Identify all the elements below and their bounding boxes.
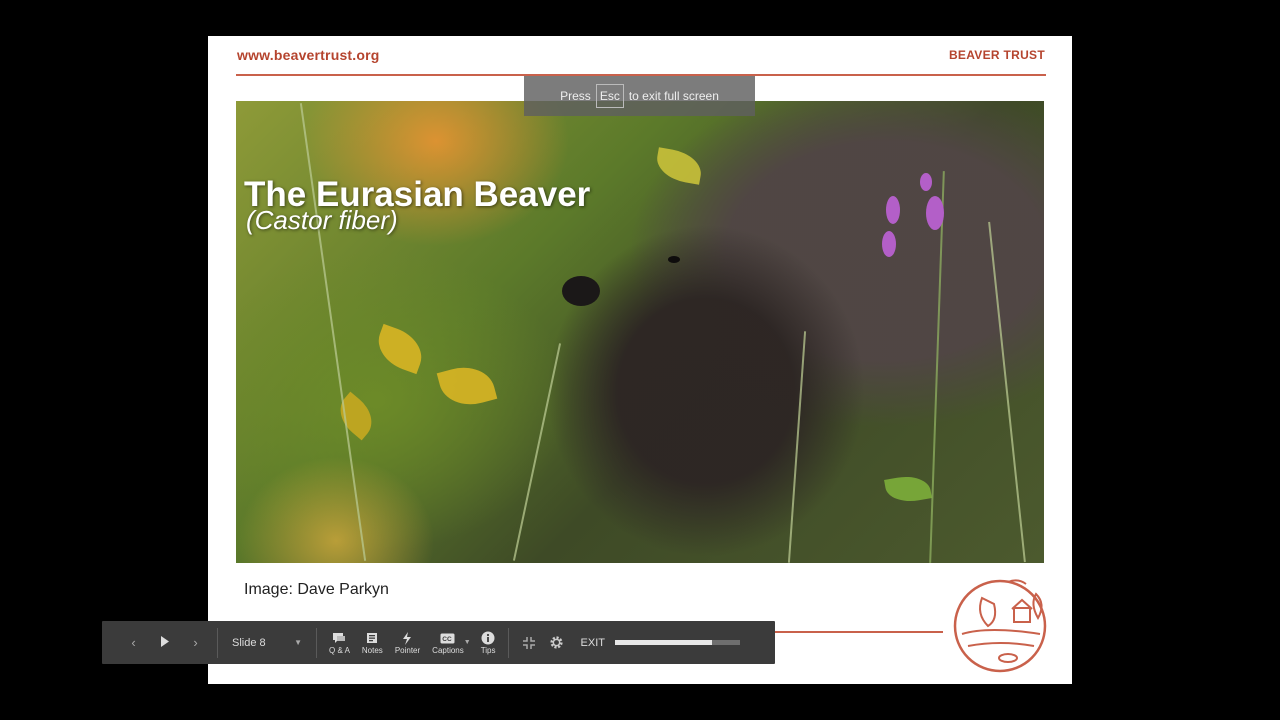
footer-divider: [773, 631, 943, 633]
notice-press-text: Press: [560, 89, 591, 103]
grass-blade: [299, 103, 367, 561]
slide-selector[interactable]: Slide 8 ▼: [224, 637, 310, 649]
foxglove-flower: [882, 231, 896, 257]
gear-icon[interactable]: [543, 635, 571, 650]
captions-icon: CC: [440, 630, 455, 646]
notes-label: Notes: [361, 646, 383, 655]
slide-subtitle: (Castor fiber): [246, 205, 398, 235]
grass-blade: [929, 171, 945, 563]
beaver-nose: [562, 276, 600, 306]
beaver-photo: The Eurasian Beaver (Castor fiber): [236, 101, 1044, 563]
leaf-shape: [436, 359, 498, 413]
notice-exit-text: to exit full screen: [628, 89, 719, 103]
foxglove-flower: [886, 196, 900, 224]
toolbar-divider: [507, 627, 509, 658]
image-credit: Image: Dave Parkyn: [244, 581, 389, 598]
brand-name: BEAVER TRUST: [948, 48, 1045, 62]
info-icon: [481, 630, 495, 646]
leaf-shape: [331, 391, 381, 441]
caret-down-icon: ▼: [294, 638, 302, 647]
leaf-shape: [371, 323, 429, 375]
pointer-button[interactable]: Pointer: [389, 630, 426, 655]
tips-label: Tips: [480, 646, 496, 655]
leaf-shape: [884, 472, 932, 506]
progress-fill: [614, 640, 713, 645]
exit-button[interactable]: EXIT: [571, 637, 615, 649]
toolbar-divider: [316, 627, 317, 658]
chevron-left-icon[interactable]: ‹: [118, 635, 149, 650]
tips-button[interactable]: Tips: [475, 630, 502, 655]
beaver-trust-logo-icon: [953, 579, 1047, 673]
qa-icon: [332, 630, 346, 646]
slide-progress-bar[interactable]: [614, 640, 740, 645]
svg-text:CC: CC: [443, 636, 453, 643]
beaver-eye: [668, 256, 680, 263]
chevron-right-icon[interactable]: ›: [180, 635, 211, 650]
qa-button[interactable]: Q & A: [323, 630, 356, 655]
notes-icon: [366, 630, 378, 646]
presenter-toolbar: ‹ › Slide 8 ▼ Q & A Notes Pointer CC Cap…: [102, 621, 775, 664]
grass-blade: [787, 331, 807, 563]
esc-key: Esc: [595, 84, 624, 108]
qa-label: Q & A: [329, 646, 350, 655]
captions-caret-icon[interactable]: ▼: [464, 639, 471, 646]
slide-number: Slide 8: [232, 636, 266, 649]
play-icon[interactable]: [149, 635, 180, 650]
captions-label: Captions: [432, 646, 464, 655]
slide: www.beavertrust.org BEAVER TRUST The Eur…: [208, 36, 1072, 684]
toolbar-divider: [217, 627, 218, 658]
notes-button[interactable]: Notes: [356, 630, 389, 655]
exit-fullscreen-icon[interactable]: [515, 636, 543, 649]
pointer-label: Pointer: [394, 646, 421, 655]
foxglove-flower: [920, 173, 932, 191]
foxglove-flower: [926, 196, 944, 230]
grass-blade: [988, 221, 1026, 563]
fullscreen-notice: Press Esc to exit full screen: [524, 76, 755, 116]
site-url: www.beavertrust.org: [237, 47, 380, 63]
leaf-shape: [653, 147, 705, 185]
grass-blade: [512, 343, 562, 561]
pointer-icon: [401, 630, 413, 646]
